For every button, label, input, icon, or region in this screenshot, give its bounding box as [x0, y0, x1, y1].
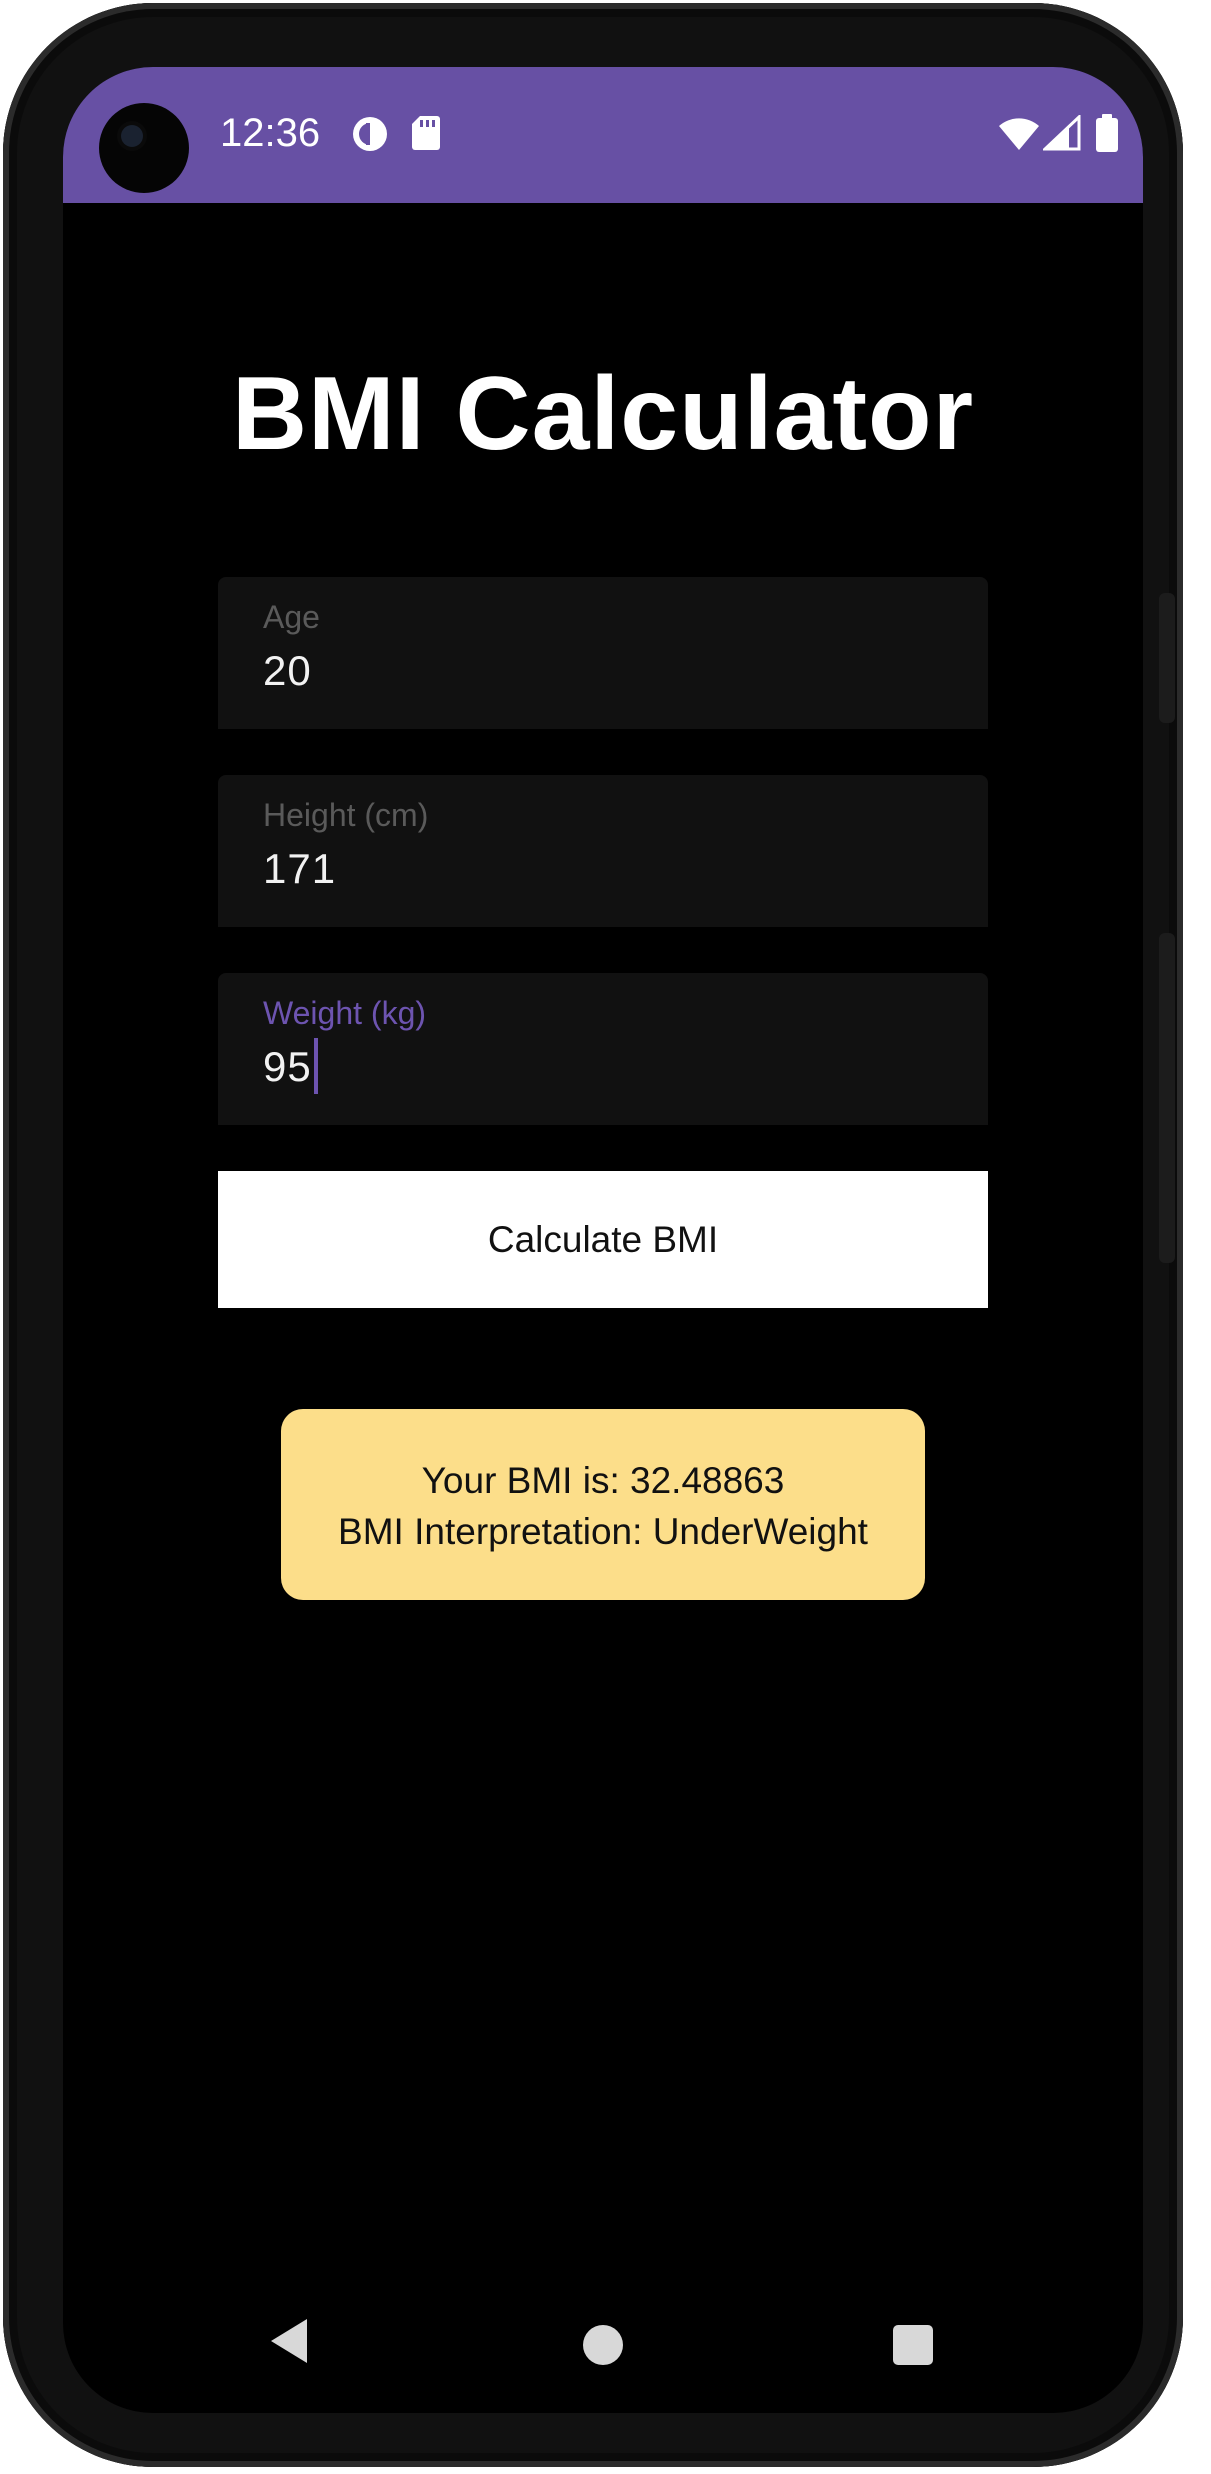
battery-icon: [1095, 113, 1119, 158]
height-value[interactable]: 171: [263, 845, 336, 893]
screen: 12:36 BMI Calculator Age 20 Height (cm) …: [63, 67, 1143, 2413]
age-label: Age: [263, 599, 320, 635]
bmi-result-card: Your BMI is: 32.48863 BMI Interpretation…: [281, 1409, 925, 1600]
back-icon[interactable]: [269, 2317, 309, 2370]
weight-value[interactable]: 95: [263, 1043, 312, 1090]
height-label: Height (cm): [263, 797, 429, 833]
cell-signal-icon: [1041, 113, 1081, 156]
calculate-bmi-button[interactable]: Calculate BMI: [218, 1171, 988, 1308]
home-icon[interactable]: [583, 2325, 623, 2365]
height-field[interactable]: Height (cm) 171: [218, 775, 988, 927]
volume-button: [1159, 593, 1175, 723]
navigation-bar: [63, 2267, 1143, 2387]
sd-card-icon: [411, 115, 441, 156]
weight-value-wrap[interactable]: 95: [263, 1037, 318, 1094]
data-saver-icon: [351, 115, 389, 158]
weight-label: Weight (kg): [263, 995, 427, 1031]
power-button: [1159, 933, 1175, 1263]
status-clock: 12:36: [220, 111, 321, 155]
age-field[interactable]: Age 20: [218, 577, 988, 729]
recents-icon[interactable]: [893, 2325, 933, 2365]
wifi-icon: [998, 117, 1040, 156]
camera-cutout: [99, 103, 189, 193]
bmi-interpretation: BMI Interpretation: UnderWeight: [338, 1511, 868, 1552]
phone-frame: 12:36 BMI Calculator Age 20 Height (cm) …: [3, 3, 1183, 2467]
text-cursor: [313, 1037, 318, 1094]
status-bar: 12:36: [63, 67, 1143, 203]
bmi-result-value: Your BMI is: 32.48863: [421, 1460, 785, 1501]
weight-field[interactable]: Weight (kg) 95: [218, 973, 988, 1125]
page-title: BMI Calculator: [231, 356, 975, 472]
age-value[interactable]: 20: [263, 647, 312, 695]
